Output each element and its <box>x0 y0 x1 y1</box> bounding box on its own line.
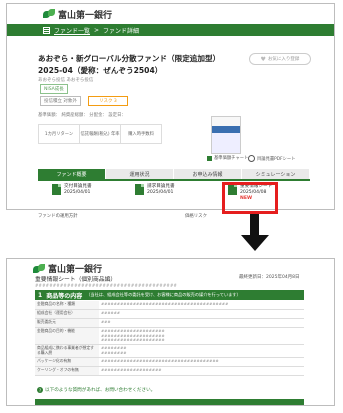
tab-overview[interactable]: ファンド概要 <box>38 169 106 179</box>
price-chart-link[interactable]: 基準価額チャート <box>207 155 248 161</box>
tab-simulation[interactable]: シミュレーション <box>242 169 310 179</box>
report-date: 2025/04/01 <box>147 190 174 195</box>
key-info-sheet-page: 富山第一銀行 重要情報シート（個別商品編） 最終更新日：2025年04月8日 #… <box>6 258 335 406</box>
table-row: 金融商品の目的・機能 #################### ########… <box>35 328 304 345</box>
document-icon <box>135 184 144 195</box>
table-row: クーリング・オフの有無 ################### <box>35 367 304 376</box>
breadcrumb-separator: > <box>94 26 100 34</box>
question-icon: ? <box>37 387 43 393</box>
row-value: #################### ###################… <box>101 328 165 342</box>
tab-performance[interactable]: 運用状況 <box>106 169 174 179</box>
document-icon <box>52 184 61 195</box>
table-row: パッケージ化の有無 ##############################… <box>35 358 304 367</box>
price-risk-heading: 価格リスク <box>185 214 207 219</box>
down-arrow-icon <box>241 235 269 251</box>
breadcrumb: ファンド一覧 > ファンド詳細 <box>7 24 334 36</box>
fund-subtitle: あおぞら投信 あおぞら投信 <box>38 78 94 83</box>
row-value: ################### <box>101 367 162 372</box>
sheet-fund-name: ######################################## <box>35 283 178 288</box>
row-label: 金融商品の名称・種類 <box>35 301 99 309</box>
row-label: パッケージ化の有無 <box>35 358 99 366</box>
question-note: ? 以下のような質問があれば、お問い合わせください。 <box>37 387 155 393</box>
highlight-annotation <box>222 182 278 214</box>
row-label: 販売委託元 <box>35 319 99 327</box>
bank-logo-icon <box>33 263 45 274</box>
brand-header: 富山第一銀行 <box>7 4 334 24</box>
tsumitate-badge: 投信積立 対象外 <box>40 96 81 106</box>
favorite-button[interactable]: ♥ お気に入り登録 <box>249 53 311 65</box>
stat-purchase-fee: 購入時手数料 <box>128 132 154 137</box>
fund-stats: 1カ月リターン 信託報酬(税込) 年率 購入時手数料 <box>38 124 162 144</box>
pdf-sheet-link[interactable]: 目論見書PDFシート <box>248 155 295 162</box>
section-number: 1 <box>38 291 43 299</box>
section-header: 1 商品等の内容 （当社は、組成会社等の委託を受け、お客様に商品の販売の媒介を行… <box>35 290 304 300</box>
table-row: 組成会社（運用会社） ###### <box>35 310 304 319</box>
row-label: クーリング・オフの有無 <box>35 367 99 375</box>
row-value: ### <box>101 319 111 324</box>
nisa-badge: NISA成長 <box>40 84 68 94</box>
report-prospectus[interactable]: 交付目論見書 2025/04/01 <box>52 184 92 196</box>
heart-icon: ♥ <box>260 55 266 63</box>
pdf-sheet-label: 目論見書PDFシート <box>257 156 296 162</box>
stat-return: 1カ月リターン <box>39 125 80 143</box>
section-title: 商品等の内容 <box>46 292 83 300</box>
row-label: 商品組成に携わる事業者が想定する購入層 <box>35 345 99 357</box>
stat-trust-fee: 信託報酬(税込) 年率 <box>80 125 121 143</box>
sheet-title: 重要情報シート（個別商品編） <box>35 277 117 283</box>
report-date: 2025/04/01 <box>64 190 91 195</box>
row-label: 金融商品の目的・機能 <box>35 328 99 344</box>
fund-info-line: 基準価額： 純資産総額： 分配金： 設定日： <box>38 113 126 118</box>
tab-application[interactable]: お申込み情報 <box>174 169 242 179</box>
bank-name: 富山第一銀行 <box>58 10 113 21</box>
document-icon <box>248 155 255 162</box>
next-section-bar <box>35 399 304 405</box>
section-note: （当社は、組成会社等の委託を受け、お客様に商品の販売の媒介を行っています） <box>86 292 241 297</box>
risk-badge: リスク 3 <box>88 96 128 106</box>
row-value: ######################################## <box>101 301 229 306</box>
fund-title: あおぞら・新グローバル分散ファンド（限定追加型）2025-04（愛称：ぜんぞう2… <box>38 54 221 75</box>
bank-logo-icon <box>43 9 55 19</box>
fund-policy-heading: ファンドの運用方針 <box>38 214 78 219</box>
fund-tabs: ファンド概要 運用状況 お申込み情報 シミュレーション <box>38 169 310 181</box>
row-label: 組成会社（運用会社） <box>35 310 99 318</box>
favorite-label: お気に入り登録 <box>267 57 300 62</box>
fund-document-thumbnail[interactable] <box>211 116 241 154</box>
sheet-date: 最終更新日：2025年04月8日 <box>239 275 300 280</box>
row-value: ##################################### <box>101 358 219 363</box>
down-arrow-shaft <box>250 214 259 236</box>
breadcrumb-fund-list-link[interactable]: ファンド一覧 <box>54 26 90 35</box>
table-row: 販売委託元 ### <box>35 319 304 328</box>
chart-icon <box>207 155 212 161</box>
table-row: 商品組成に携わる事業者が想定する購入層 ######## ######## <box>35 345 304 358</box>
report-request-prospectus[interactable]: 請求目論見書 2025/04/01 <box>135 184 175 196</box>
table-row: 金融商品の名称・種類 #############################… <box>35 301 304 310</box>
breadcrumb-current: ファンド詳細 <box>103 27 140 35</box>
price-chart-label: 基準価額チャート <box>214 156 249 161</box>
row-value: ######## ######## <box>101 345 127 355</box>
question-note-text: 以下のような質問があれば、お問い合わせください。 <box>45 388 156 393</box>
row-value: ###### <box>101 310 121 315</box>
menu-icon[interactable] <box>43 26 50 34</box>
product-info-table: 金融商品の名称・種類 #############################… <box>35 301 304 376</box>
